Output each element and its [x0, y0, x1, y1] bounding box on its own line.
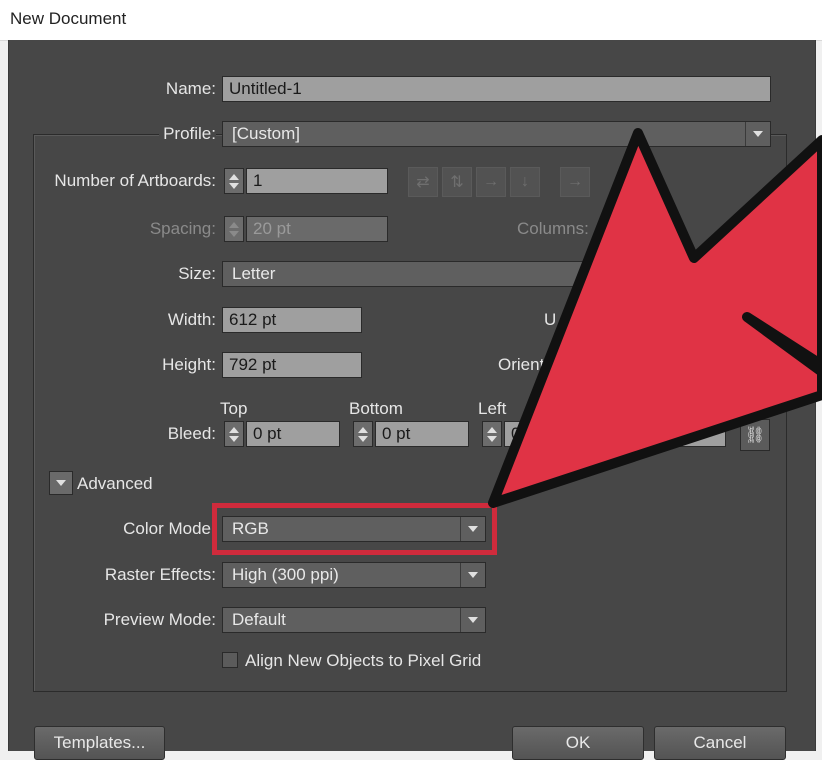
bleed-bottom-label: Bottom	[349, 399, 403, 418]
profile-value: [Custom]	[232, 124, 301, 143]
highlight-box	[212, 503, 497, 555]
up-arrow-icon	[229, 221, 239, 228]
templates-button[interactable]: Templates...	[34, 726, 165, 760]
bleed-right-field[interactable]	[680, 421, 726, 447]
up-arrow-icon	[487, 426, 497, 433]
down-arrow-icon	[229, 182, 239, 189]
bleed-left-stepper[interactable]	[482, 421, 502, 447]
orientation-label: Orient	[498, 355, 545, 374]
bleed-top-stepper[interactable]	[224, 421, 244, 447]
bleed-left-field[interactable]: 0	[504, 421, 598, 447]
size-select[interactable]: Letter	[222, 261, 771, 287]
align-pixel-grid-label: Align New Objects to Pixel Grid	[245, 651, 482, 670]
grid-by-column-icon[interactable]: ⇅	[442, 167, 472, 197]
chevron-down-icon	[745, 122, 770, 146]
artboards-stepper[interactable]	[224, 168, 244, 194]
spacing-stepper[interactable]	[224, 216, 244, 242]
artboards-label: Number of Artboards:	[54, 171, 216, 190]
layout-right-to-left-icon[interactable]: →	[560, 167, 590, 197]
units-label: U	[544, 310, 557, 329]
link-icon[interactable]: ⛓	[740, 419, 770, 451]
bleed-top-field[interactable]: 0 pt	[246, 421, 340, 447]
arrange-by-column-icon[interactable]: ↓	[510, 167, 540, 197]
height-label: Height:	[162, 355, 216, 374]
profile-select[interactable]: [Custom]	[222, 121, 771, 147]
columns-label: Columns:	[517, 219, 589, 238]
height-field[interactable]: 792 pt	[222, 352, 362, 378]
spacing-label: Spacing:	[149, 219, 216, 238]
bleed-label: Bleed:	[167, 424, 216, 443]
color-mode-label: Color Mode	[123, 519, 211, 538]
advanced-label: Advanced	[77, 474, 153, 493]
chevron-down-icon	[56, 480, 66, 486]
spacing-field[interactable]: 20 pt	[246, 216, 388, 242]
down-arrow-icon	[358, 435, 368, 442]
width-label: Width:	[167, 310, 216, 329]
down-arrow-icon	[229, 435, 239, 442]
align-pixel-grid-checkbox[interactable]	[222, 652, 238, 668]
raster-effects-select[interactable]: High (300 ppi)	[222, 562, 486, 588]
down-arrow-icon	[229, 230, 239, 237]
raster-effects-label: Raster Effects:	[104, 565, 216, 584]
down-arrow-icon	[487, 435, 497, 442]
up-arrow-icon	[229, 426, 239, 433]
grid-by-row-icon[interactable]: ⇄	[408, 167, 438, 197]
chevron-down-icon	[745, 262, 770, 286]
advanced-toggle[interactable]	[49, 471, 73, 495]
arrange-by-row-icon[interactable]: →	[476, 167, 506, 197]
width-field[interactable]: 612 pt	[222, 307, 362, 333]
bleed-left-label: Left	[478, 399, 507, 418]
up-arrow-icon	[358, 426, 368, 433]
artboards-field[interactable]: 1	[246, 168, 388, 194]
name-field[interactable]: Untitled-1	[222, 76, 771, 102]
preview-mode-label: Preview Mode:	[103, 610, 216, 629]
profile-label: Profile:	[159, 124, 216, 144]
ok-button[interactable]: OK	[512, 726, 644, 760]
chevron-down-icon	[460, 608, 485, 632]
size-label: Size:	[178, 264, 216, 283]
bleed-bottom-stepper[interactable]	[353, 421, 373, 447]
preview-mode-select[interactable]: Default	[222, 607, 486, 633]
bleed-top-label: Top	[220, 399, 248, 418]
name-label: Name:	[165, 79, 216, 98]
bleed-bottom-field[interactable]: 0 pt	[375, 421, 469, 447]
up-arrow-icon	[229, 173, 239, 180]
window-title: New Document	[10, 9, 127, 28]
cancel-button[interactable]: Cancel	[654, 726, 786, 760]
chevron-down-icon	[460, 563, 485, 587]
window-titlebar: New Document	[0, 0, 822, 41]
raster-effects-value: High (300 ppi)	[232, 565, 339, 584]
size-value: Letter	[232, 264, 276, 283]
preview-mode-value: Default	[232, 610, 286, 629]
